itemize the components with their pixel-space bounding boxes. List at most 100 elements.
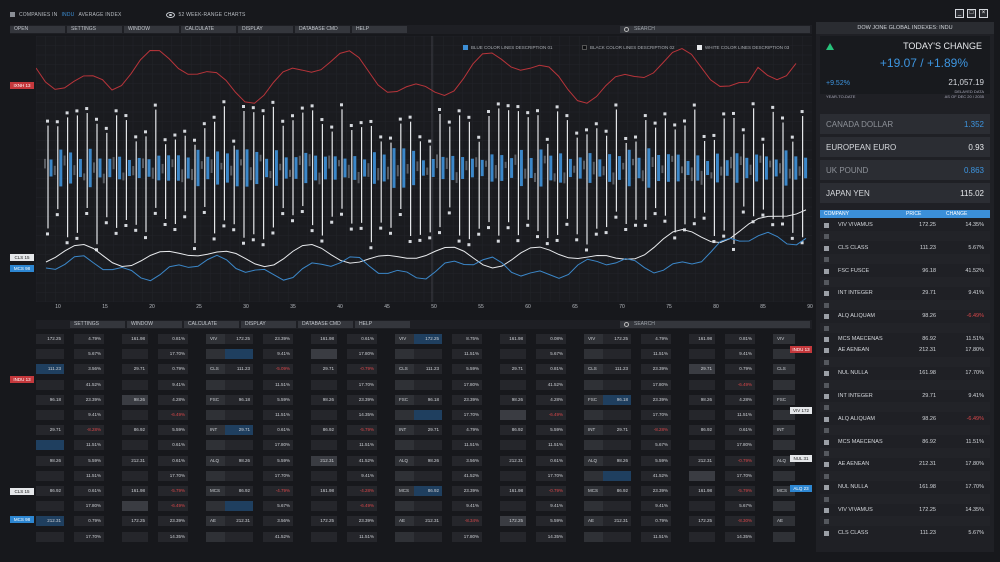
value-cell[interactable]: 23.39%	[452, 394, 482, 405]
value-cell[interactable]	[689, 501, 715, 512]
value-cell[interactable]: 5.67%	[536, 349, 566, 360]
company-row[interactable]: FSC FUSCE 96.18 41.52%	[820, 266, 990, 276]
value-cell[interactable]: 0.61%	[74, 486, 104, 496]
value-cell[interactable]: 14.35%	[158, 531, 188, 542]
value-cell[interactable]: 98.26	[603, 455, 631, 466]
value-cell[interactable]: 96.18	[225, 394, 253, 405]
value-cell[interactable]	[603, 501, 631, 512]
menu-help[interactable]: HELP	[352, 26, 407, 33]
value-cell[interactable]: 212.31	[122, 455, 148, 466]
company-row[interactable]: INT INTEGER 29.71 9.41%	[820, 391, 990, 401]
row-checkbox[interactable]	[824, 234, 829, 240]
value-cell[interactable]: 0.08%	[536, 334, 566, 344]
value-cell[interactable]	[500, 410, 526, 420]
company-row[interactable]: VIV VIVAMUS 172.25 14.35%	[820, 505, 990, 515]
value-cell[interactable]: 161.98	[122, 486, 148, 496]
value-cell[interactable]: -5.79%	[347, 425, 377, 436]
value-cell[interactable]	[603, 379, 631, 390]
company-row[interactable]: CLS CLASS 111.23 5.67%	[820, 243, 990, 253]
value-cell[interactable]: 0.81%	[158, 334, 188, 344]
value-cell[interactable]	[122, 531, 148, 542]
value-cell[interactable]	[225, 501, 253, 512]
value-cell[interactable]: 29.71	[689, 364, 715, 375]
row-checkbox[interactable]	[824, 371, 829, 377]
value-cell[interactable]: 96.18	[36, 394, 64, 405]
value-cell[interactable]: 41.52%	[74, 379, 104, 390]
value-cell[interactable]: -0.79%	[347, 364, 377, 375]
minimize-button[interactable]: _	[955, 9, 964, 18]
value-cell[interactable]: 172.25	[603, 334, 631, 344]
value-cell[interactable]: 172.25	[311, 516, 337, 527]
value-cell[interactable]: 41.52%	[452, 470, 482, 481]
value-cell[interactable]: 11.51%	[347, 440, 377, 451]
value-cell[interactable]: 23.39%	[641, 364, 671, 375]
value-cell[interactable]: 17.80%	[452, 531, 482, 542]
value-cell[interactable]: 0.61%	[263, 425, 293, 436]
value-cell[interactable]	[225, 440, 253, 451]
value-cell[interactable]	[311, 349, 337, 360]
company-row[interactable]	[820, 231, 990, 242]
value-cell[interactable]: 111.23	[36, 364, 64, 375]
value-cell[interactable]: 11.51%	[74, 440, 104, 451]
value-cell[interactable]: 212.31	[225, 516, 253, 527]
value-cell[interactable]: 4.28%	[725, 394, 755, 405]
value-cell[interactable]: 17.70%	[158, 470, 188, 481]
value-cell[interactable]	[122, 410, 148, 420]
menu2-database[interactable]: DATABASE CMD	[298, 321, 353, 328]
fx-row[interactable]: JAPAN YEN 115.02	[820, 183, 990, 203]
value-cell[interactable]	[414, 440, 442, 451]
row-checkbox[interactable]	[824, 451, 829, 456]
value-cell[interactable]: 17.70%	[452, 410, 482, 420]
value-cell[interactable]: 86.92	[311, 425, 337, 436]
company-row[interactable]	[820, 299, 990, 310]
value-cell[interactable]: 111.23	[603, 364, 631, 375]
value-cell[interactable]: 41.52%	[536, 379, 566, 390]
value-cell[interactable]	[414, 379, 442, 390]
value-cell[interactable]: 11.51%	[725, 410, 755, 420]
company-row[interactable]	[820, 448, 990, 458]
value-cell[interactable]: -5.79%	[158, 486, 188, 496]
company-row[interactable]	[820, 356, 990, 367]
value-cell[interactable]: 161.98	[689, 334, 715, 344]
value-cell[interactable]	[36, 501, 64, 512]
value-cell[interactable]: 98.26	[689, 394, 715, 405]
value-cell[interactable]: -5.79%	[725, 486, 755, 496]
value-cell[interactable]: 11.51%	[74, 470, 104, 481]
value-cell[interactable]: 23.39%	[347, 516, 377, 527]
company-row[interactable]	[820, 254, 990, 265]
value-cell[interactable]: 5.59%	[452, 364, 482, 375]
value-cell[interactable]	[36, 531, 64, 542]
fx-row[interactable]: EUROPEAN EURO 0.93	[820, 137, 990, 157]
value-cell[interactable]: -6.49%	[158, 501, 188, 512]
value-cell[interactable]	[122, 501, 148, 512]
value-cell[interactable]: 98.26	[122, 394, 148, 405]
value-cell[interactable]: 17.70%	[263, 470, 293, 481]
value-cell[interactable]: 86.92	[689, 425, 715, 436]
value-cell[interactable]: 0.79%	[725, 364, 755, 375]
value-cell[interactable]: 29.71	[122, 364, 148, 375]
value-cell[interactable]: 17.70%	[347, 379, 377, 390]
value-cell[interactable]	[311, 410, 337, 420]
company-row[interactable]	[820, 425, 990, 436]
value-cell[interactable]	[36, 470, 64, 481]
value-cell[interactable]: 11.51%	[452, 440, 482, 451]
value-cell[interactable]: -6.49%	[347, 501, 377, 512]
value-cell[interactable]: 23.39%	[641, 394, 671, 405]
value-cell[interactable]: 17.80%	[725, 440, 755, 451]
value-cell[interactable]: 0.79%	[158, 364, 188, 375]
value-cell[interactable]: 17.70%	[158, 349, 188, 360]
value-cell[interactable]: 86.92	[122, 425, 148, 436]
company-row[interactable]: CLS CLASS 111.23 5.67%	[820, 528, 990, 538]
value-cell[interactable]	[689, 440, 715, 451]
value-cell[interactable]	[225, 470, 253, 481]
company-row[interactable]	[820, 470, 990, 481]
value-cell[interactable]: 86.92	[225, 486, 253, 496]
value-cell[interactable]: 111.23	[414, 364, 442, 375]
value-cell[interactable]: 0.79%	[641, 516, 671, 527]
row-checkbox[interactable]	[824, 530, 829, 536]
value-cell[interactable]: -8.28%	[641, 425, 671, 436]
value-cell[interactable]	[500, 470, 526, 481]
value-cell[interactable]	[122, 470, 148, 481]
value-cell[interactable]: 5.67%	[641, 440, 671, 451]
value-cell[interactable]: 172.25	[122, 516, 148, 527]
